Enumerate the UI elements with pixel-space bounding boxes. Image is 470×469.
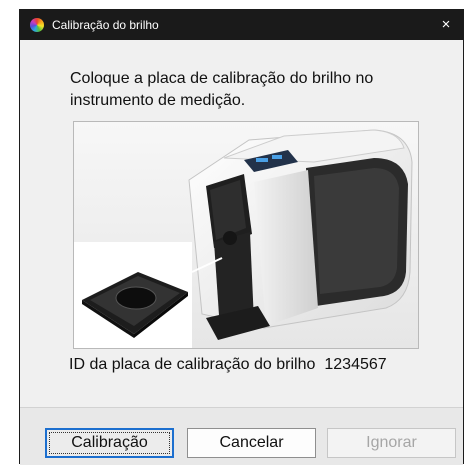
- calibrate-button[interactable]: Calibração: [45, 428, 174, 458]
- calibration-dialog: Calibração do brilho × Coloque a placa d…: [19, 9, 464, 465]
- plate-id-label: ID da placa de calibração do brilho: [69, 356, 316, 373]
- instruction-text: Coloque a placa de calibração do brilho …: [70, 70, 374, 109]
- plate-id-value: 1234567: [324, 356, 387, 373]
- dialog-title: Calibração do brilho: [52, 18, 159, 32]
- color-wheel-icon: [30, 18, 44, 32]
- cancel-button[interactable]: Cancelar: [187, 428, 316, 458]
- title-bar[interactable]: Calibração do brilho ×: [20, 10, 463, 40]
- instrument-illustration: [73, 121, 419, 349]
- plate-id-line: ID da placa de calibração do brilho 12345…: [69, 355, 387, 375]
- ignore-button[interactable]: Ignorar: [327, 428, 456, 458]
- button-bar: Calibração Cancelar Ignorar: [20, 407, 463, 465]
- close-button[interactable]: ×: [435, 14, 457, 36]
